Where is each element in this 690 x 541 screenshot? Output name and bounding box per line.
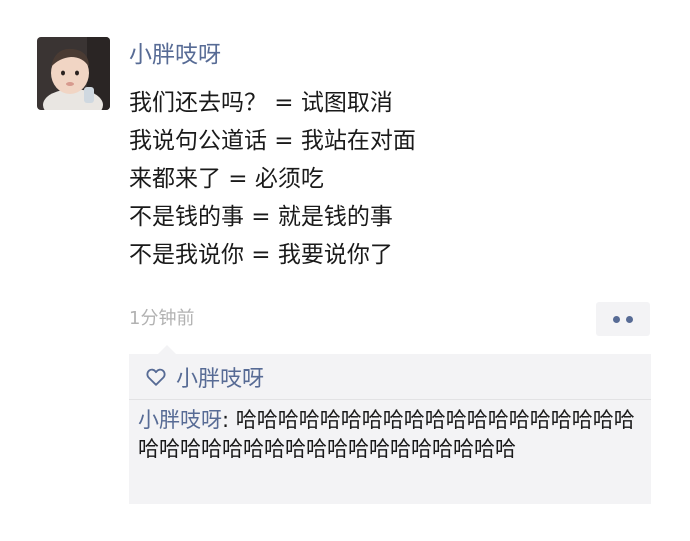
- two-dots-icon: [613, 315, 620, 323]
- comment-separator: :: [222, 408, 236, 432]
- post-text-line: 不是钱的事 = 就是钱的事: [129, 204, 393, 230]
- post-text: 我们还去吗？ = 试图取消 我说句公道话 = 我站在对面 来都来了 = 必须吃 …: [129, 84, 669, 274]
- post-text-line: 不是我说你 = 我要说你了: [129, 242, 393, 268]
- likes-row: 小胖吱呀: [145, 362, 264, 392]
- likes-comments-divider: [129, 399, 651, 400]
- heart-outline-icon: [146, 368, 166, 386]
- comments-panel: 小胖吱呀 小胖吱呀: 哈哈哈哈哈哈哈哈哈哈哈哈哈哈哈哈哈哈哈哈哈哈哈哈哈哈哈哈哈…: [129, 354, 651, 504]
- more-actions-button[interactable]: [596, 302, 650, 336]
- post-text-line: 我们还去吗？ = 试图取消: [129, 90, 393, 116]
- post-text-line: 我说句公道话 = 我站在对面: [129, 128, 416, 154]
- like-user-name[interactable]: 小胖吱呀: [176, 361, 264, 393]
- two-dots-icon: [626, 315, 633, 323]
- post-author-name[interactable]: 小胖吱呀: [129, 39, 221, 71]
- post-text-line: 来都来了 = 必须吃: [129, 166, 324, 192]
- avatar[interactable]: [37, 37, 110, 110]
- post-timestamp: 1分钟前: [129, 308, 195, 329]
- comment-author[interactable]: 小胖吱呀: [138, 408, 222, 432]
- comment-item[interactable]: 小胖吱呀: 哈哈哈哈哈哈哈哈哈哈哈哈哈哈哈哈哈哈哈哈哈哈哈哈哈哈哈哈哈哈哈哈哈哈…: [138, 406, 643, 464]
- avatar-photo: [37, 37, 110, 110]
